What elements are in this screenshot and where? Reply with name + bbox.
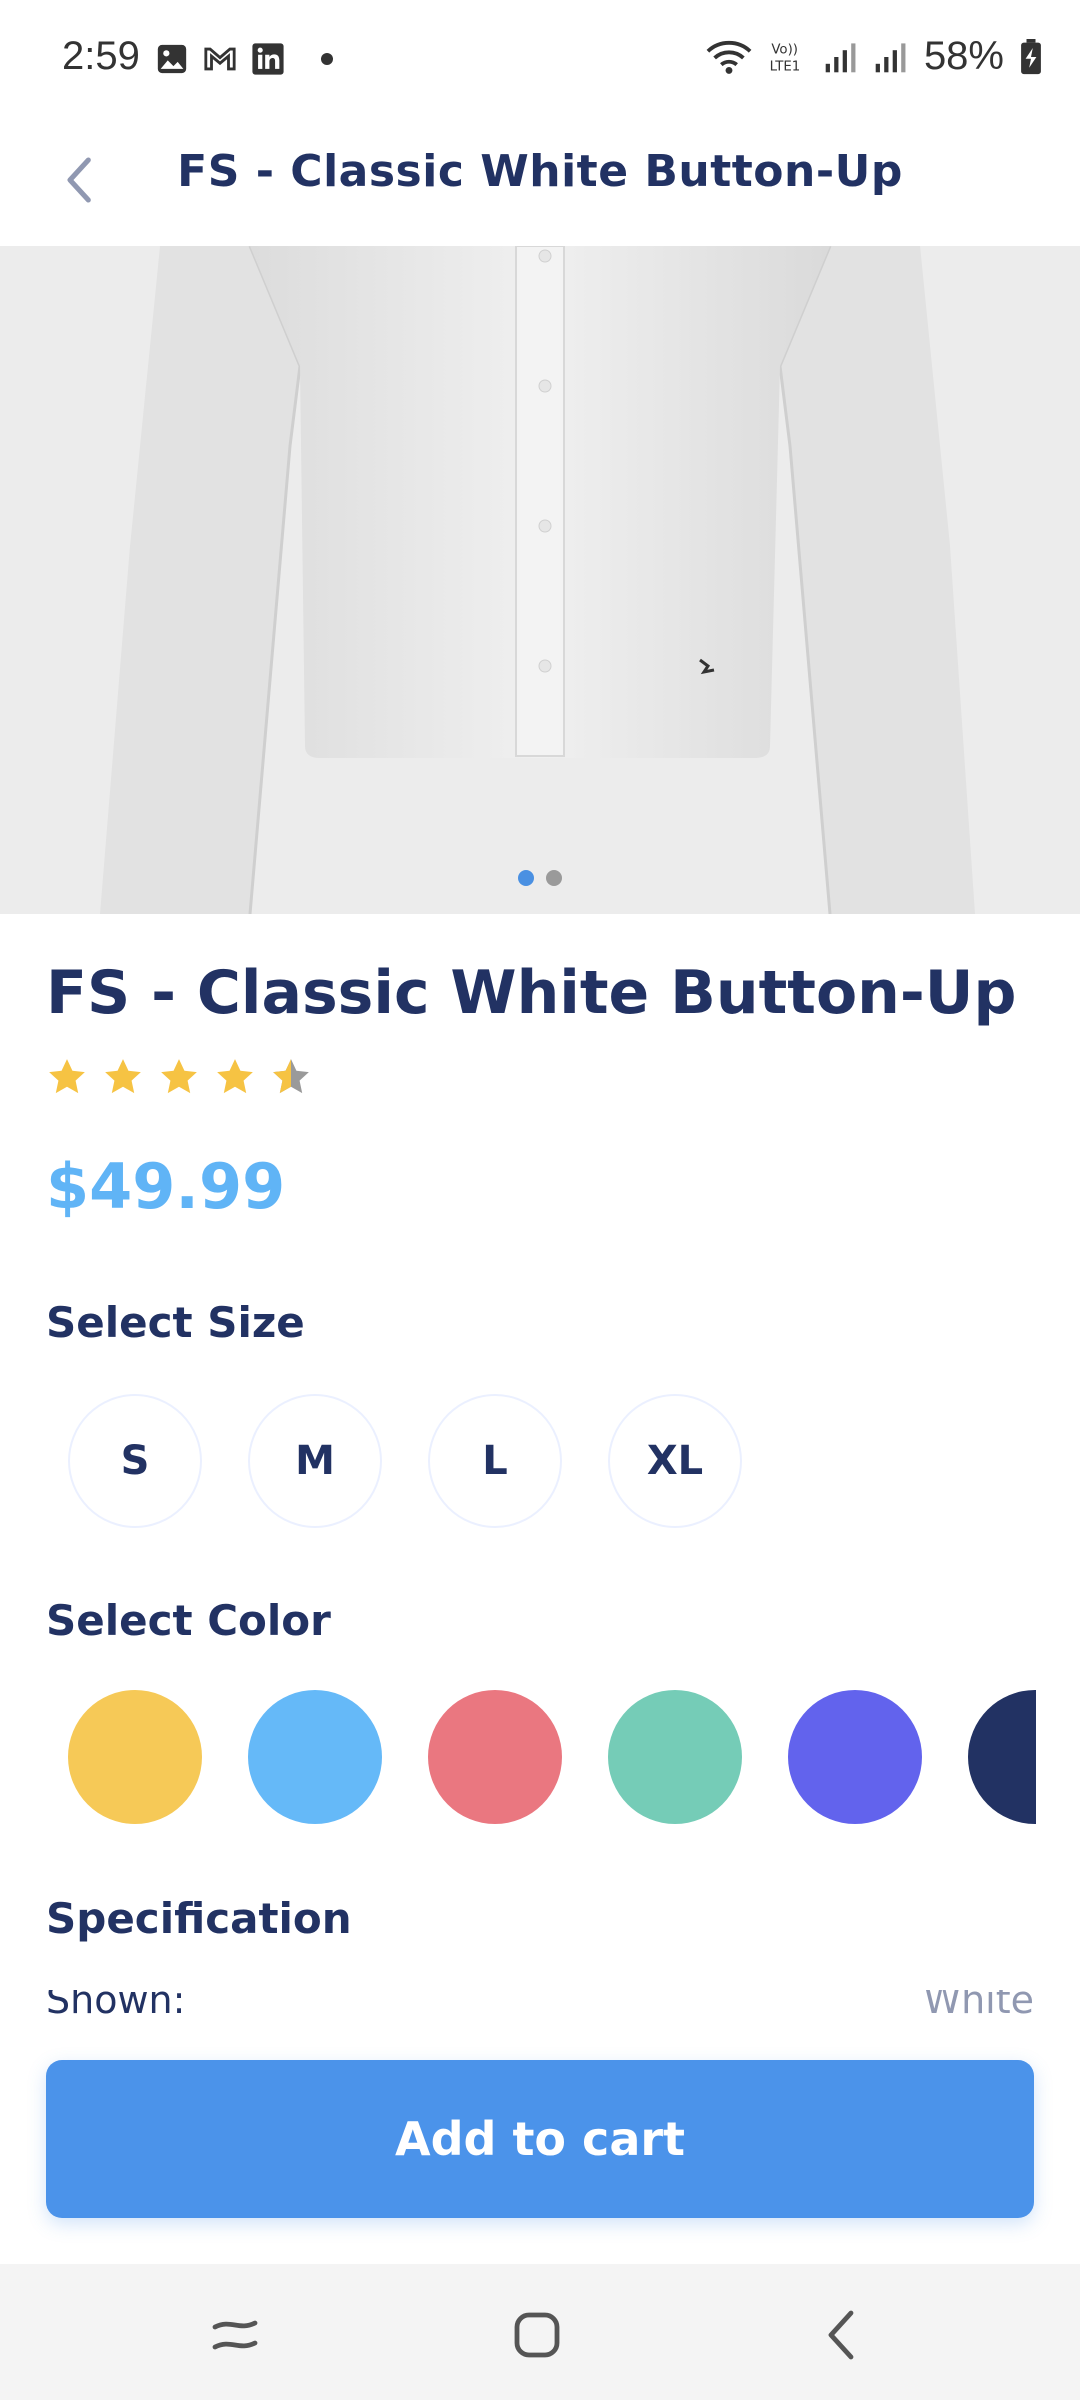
star-icon: [217, 1059, 253, 1094]
gallery-pager: [0, 870, 1080, 886]
select-color-title: Select Color: [46, 1596, 331, 1645]
color-option-navy[interactable]: [968, 1690, 1036, 1824]
product-price: $49.99: [46, 1150, 286, 1223]
spec-label: Shown:: [46, 1990, 186, 2014]
app-header: FS - Classic White Button-Up: [0, 118, 1080, 246]
size-options: S M L XL: [68, 1394, 742, 1528]
product-image-gallery[interactable]: [0, 246, 1080, 914]
signal-icon: [825, 42, 856, 72]
size-option-xl[interactable]: XL: [608, 1394, 742, 1528]
size-option-s[interactable]: S: [68, 1394, 202, 1528]
pager-dot-active[interactable]: [518, 870, 534, 886]
battery-percent: 58%: [923, 34, 1004, 78]
color-option-green[interactable]: [608, 1690, 742, 1824]
signal-icon: [875, 42, 906, 72]
star-icon: [105, 1059, 141, 1094]
spec-value: White: [923, 1990, 1035, 2014]
star-icon: [49, 1059, 85, 1094]
gmail-icon: [204, 47, 236, 71]
back-icon: [828, 2310, 854, 2360]
system-status-icons: Vo)) LTE1 58%: [706, 34, 1042, 79]
color-option-blue[interactable]: [248, 1690, 382, 1824]
svg-text:LTE1: LTE1: [770, 59, 801, 74]
page-title: FS - Classic White Button-Up: [177, 146, 903, 197]
star-half-icon: [273, 1059, 309, 1094]
dot-icon: [321, 53, 333, 65]
recents-icon: [212, 2320, 258, 2350]
size-option-m[interactable]: M: [248, 1394, 382, 1528]
product-image: [0, 246, 1080, 914]
color-option-purple[interactable]: [788, 1690, 922, 1824]
linkedin-icon: [252, 43, 284, 75]
image-icon: [157, 44, 187, 74]
status-time: 2:59: [62, 34, 140, 78]
spec-row: Shown: White: [46, 1990, 1034, 2014]
pager-dot[interactable]: [546, 870, 562, 886]
add-to-cart-button[interactable]: Add to cart: [46, 2060, 1034, 2218]
color-options-scroller[interactable]: [68, 1690, 1036, 1826]
rating-stars: [46, 1056, 312, 1098]
notification-icons: [155, 42, 333, 76]
home-button[interactable]: [502, 2300, 572, 2370]
specification-title: Specification: [46, 1894, 352, 1943]
home-icon: [514, 2312, 560, 2358]
status-bar: 2:59 Vo)) LTE1 58%: [0, 0, 1080, 118]
select-size-title: Select Size: [46, 1298, 305, 1347]
star-icon: [161, 1059, 197, 1094]
color-option-red[interactable]: [428, 1690, 562, 1824]
volte-icon: Vo)) LTE1: [770, 42, 801, 74]
color-option-yellow[interactable]: [68, 1690, 202, 1824]
recents-button[interactable]: [200, 2300, 270, 2370]
system-nav-bar: [0, 2264, 1080, 2400]
color-options: [68, 1690, 1036, 1824]
battery-charging-icon: [1021, 38, 1041, 74]
svg-text:Vo)): Vo)): [771, 42, 798, 57]
system-back-button[interactable]: [806, 2300, 876, 2370]
product-title: FS - Classic White Button-Up: [46, 958, 1017, 1028]
size-option-l[interactable]: L: [428, 1394, 562, 1528]
wifi-icon: [706, 40, 752, 74]
